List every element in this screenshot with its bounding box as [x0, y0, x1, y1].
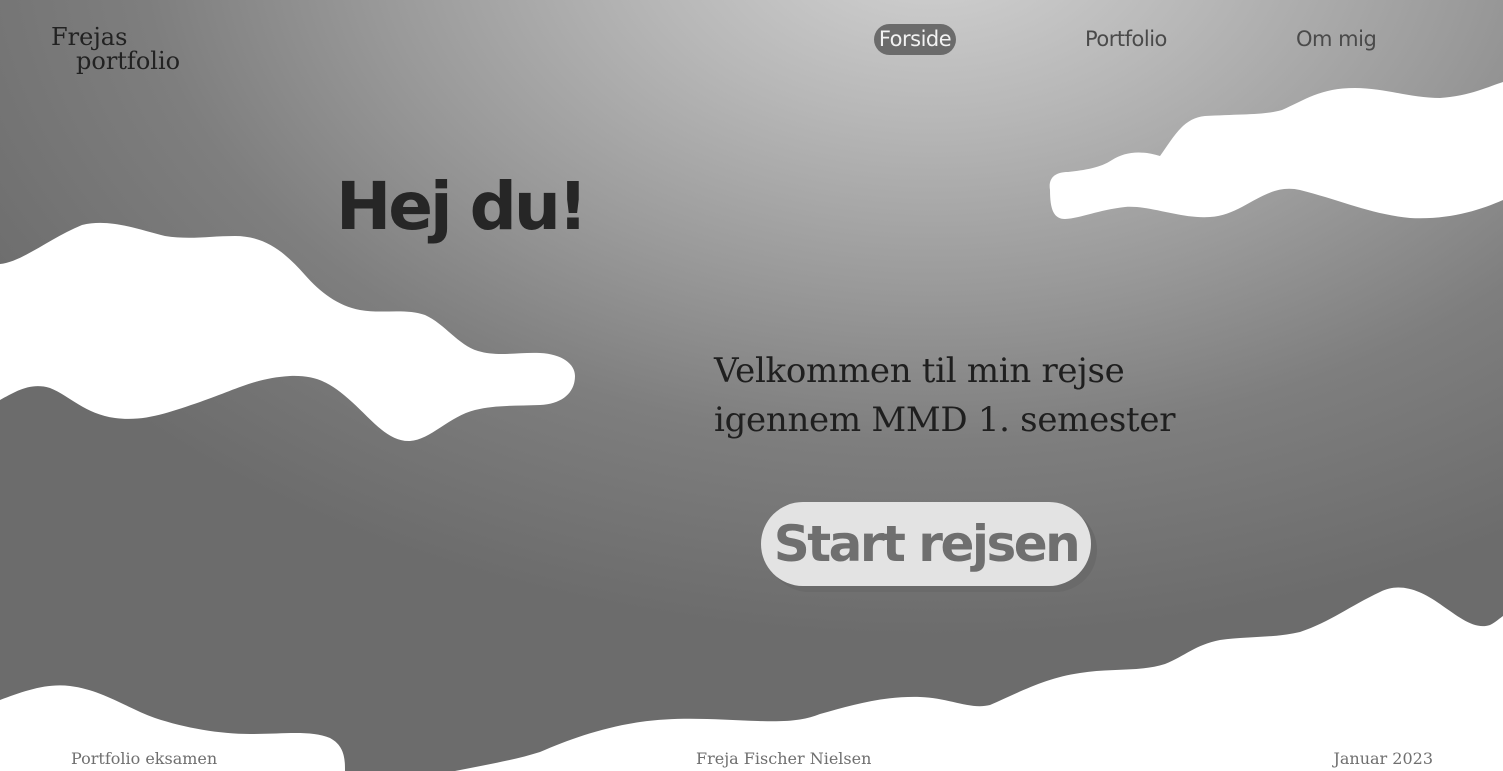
footer-exam-label: Portfolio eksamen — [71, 749, 218, 768]
nav-item-portfolio[interactable]: Portfolio — [1085, 24, 1167, 55]
cloud-bottom — [0, 587, 1503, 771]
logo-line-2: portfolio — [76, 47, 181, 75]
nav-item-om-mig[interactable]: Om mig — [1296, 24, 1377, 55]
cloud-left — [0, 222, 575, 442]
footer-date: Januar 2023 — [1333, 749, 1433, 768]
site-logo[interactable]: Frejas portfolio — [51, 25, 180, 73]
footer-author-name: Freja Fischer Nielsen — [696, 749, 872, 768]
logo-line-1: Frejas — [51, 23, 128, 51]
start-journey-button[interactable]: Start rejsen — [761, 502, 1091, 586]
nav-item-forside[interactable]: Forside — [874, 24, 956, 55]
welcome-line-1: Velkommen til min rejse — [714, 351, 1125, 391]
welcome-line-2: igennem MMD 1. semester — [714, 400, 1176, 440]
welcome-text: Velkommen til min rejse igennem MMD 1. s… — [714, 347, 1175, 445]
hero-title: Hej du! — [336, 168, 588, 245]
cloud-top-right — [1049, 82, 1503, 219]
